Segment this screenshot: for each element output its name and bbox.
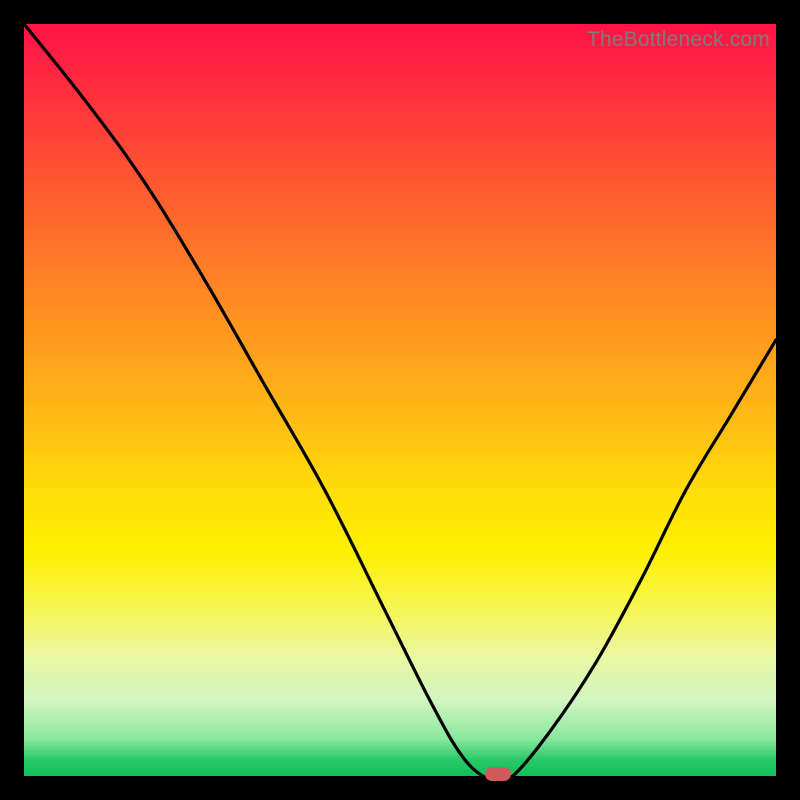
plot-area: TheBottleneck.com — [24, 24, 776, 776]
curve-path — [24, 24, 776, 780]
optimal-point-marker — [485, 767, 511, 781]
chart-frame: TheBottleneck.com — [0, 0, 800, 800]
bottleneck-curve — [24, 24, 776, 776]
